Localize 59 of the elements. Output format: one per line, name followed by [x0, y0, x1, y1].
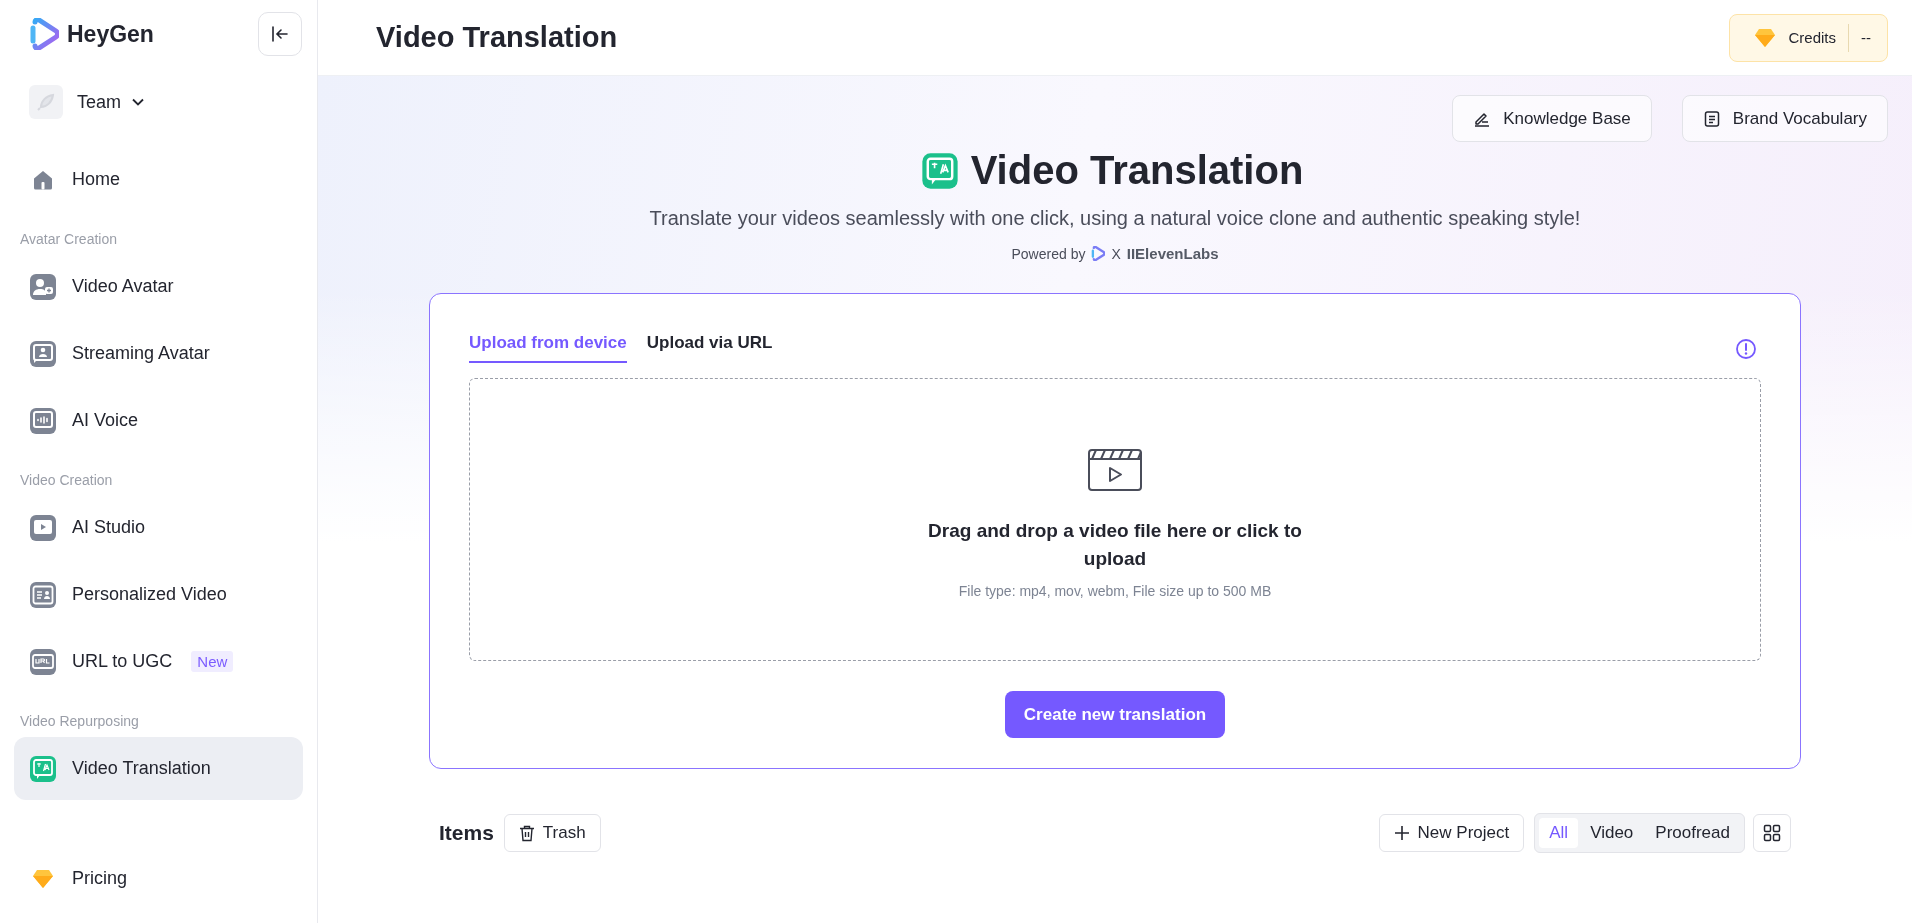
brand-name: HeyGen: [67, 20, 154, 48]
credits-chip[interactable]: Credits --: [1729, 13, 1888, 62]
waveform-icon: [29, 406, 57, 435]
filter-option[interactable]: Video: [1580, 818, 1644, 848]
filter-option[interactable]: All: [1539, 818, 1579, 848]
toolbar-button[interactable]: Knowledge Base: [1452, 95, 1652, 142]
section-label: Video Creation: [20, 472, 113, 488]
credits-label: Credits: [1788, 29, 1836, 46]
profile-card-icon: [29, 580, 57, 609]
diamond-icon: [1754, 27, 1777, 48]
clapperboard-icon: [1088, 448, 1142, 491]
upload-tab[interactable]: Upload from device: [469, 333, 627, 363]
arrow-to-left-bar-icon: [270, 24, 290, 44]
trash-button[interactable]: Trash: [503, 814, 601, 852]
url-badge-icon: [29, 647, 57, 676]
sidebar-item[interactable]: Video Avatar: [14, 255, 303, 318]
play-logo-icon: [1091, 246, 1106, 261]
dropzone-title: Drag and drop a video file here or click to upload: [927, 518, 1303, 571]
powered-by-label: Powered by: [1011, 245, 1086, 262]
toolbar-button[interactable]: Brand Vocabulary: [1681, 95, 1888, 142]
sidebar-item[interactable]: Pricing: [14, 847, 303, 910]
dropzone-hint: File type: mp4, mov, webm, File size up to 500 MB: [958, 582, 1272, 599]
sidebar-item[interactable]: Streaming Avatar: [14, 322, 303, 385]
trash-icon: [518, 824, 535, 842]
info-icon[interactable]: [1735, 338, 1757, 360]
translate-icon: [920, 151, 959, 190]
diamond-icon: [32, 868, 54, 889]
grid-view-button[interactable]: [1753, 814, 1791, 852]
credits-value: --: [1861, 29, 1871, 46]
sidebar-item[interactable]: Video Translation: [14, 737, 303, 800]
section-label: Avatar Creation: [20, 231, 117, 247]
hero-title: Video Translation: [970, 148, 1304, 193]
upload-dropzone[interactable]: Drag and drop a video file here or click to upload File type: mp4, mov, webm, File size up to 500 MB: [469, 378, 1761, 661]
play-logo-icon: [29, 18, 59, 50]
plus-icon: [1393, 825, 1410, 841]
sidebar-item[interactable]: AI Studio: [14, 496, 303, 559]
person-screen-icon: [29, 339, 57, 368]
sidebar-item[interactable]: Personalized Video: [14, 563, 303, 626]
items-heading: Items: [439, 821, 494, 845]
new-project-button[interactable]: New Project: [1378, 814, 1525, 852]
section-label: Video Repurposing: [20, 713, 139, 729]
sidebar-item[interactable]: AI Voice: [14, 389, 303, 452]
hero-subtitle: Translate your videos seamlessly with one click, using a natural voice clone and authentic speaking style!: [649, 207, 1581, 230]
play-screen-icon: [29, 513, 57, 542]
filter-option[interactable]: Proofread: [1645, 818, 1740, 848]
separator-text: X: [1111, 245, 1121, 262]
collapse-sidebar-button[interactable]: [258, 12, 302, 56]
new-badge: New: [191, 651, 234, 672]
person-plus-icon: [29, 272, 57, 301]
partner-name: IIElevenLabs: [1126, 245, 1219, 262]
sidebar-item[interactable]: URL to UGC New: [14, 630, 303, 693]
create-translation-button[interactable]: Create new translation: [1004, 691, 1226, 738]
sidebar-item[interactable]: Home: [14, 148, 303, 211]
translate-icon: [29, 754, 57, 783]
upload-tab[interactable]: Upload via URL: [646, 333, 773, 363]
team-dropdown[interactable]: Team: [77, 91, 145, 113]
grid-icon: [1763, 824, 1781, 842]
page-title: Video Translation: [376, 21, 618, 54]
document-icon: [1702, 109, 1721, 128]
